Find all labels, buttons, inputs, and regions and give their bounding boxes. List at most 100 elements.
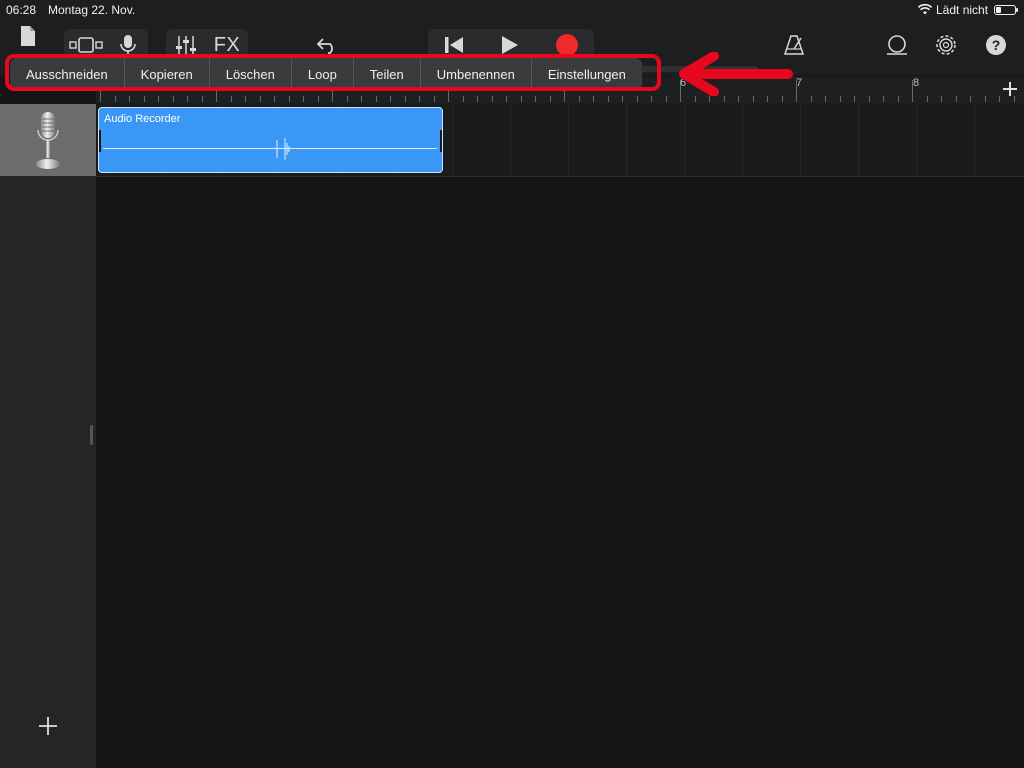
- ruler-tick: [506, 96, 507, 102]
- ruler-tick: [636, 96, 638, 102]
- status-time: 06:28: [6, 3, 37, 17]
- menu-item-loop[interactable]: Loop: [292, 58, 354, 91]
- grid-line: [916, 104, 917, 176]
- ruler-tick: [738, 96, 739, 102]
- ruler-tick: [854, 96, 855, 102]
- ruler-tick: [549, 96, 551, 102]
- menu-item-copy[interactable]: Kopieren: [125, 58, 210, 91]
- menu-item-delete[interactable]: Löschen: [210, 58, 292, 91]
- view-group: [64, 29, 148, 61]
- grid-line: [510, 104, 511, 176]
- ruler-tick: [970, 96, 971, 102]
- ruler-tick: [810, 96, 812, 102]
- ruler-tick: [317, 96, 319, 102]
- track-headers-sidebar: [0, 104, 96, 768]
- svg-text:?: ?: [992, 37, 1001, 53]
- annotation-arrow-icon: [679, 52, 793, 96]
- ruler-tick: [346, 96, 348, 102]
- region-context-menu: Ausschneiden Kopieren Löschen Loop Teile…: [10, 58, 642, 91]
- add-section-plus-icon[interactable]: [1000, 79, 1020, 99]
- fx-label: FX: [213, 33, 241, 56]
- transport-controls: [428, 29, 594, 61]
- loop-browser-icon[interactable]: [882, 29, 912, 61]
- ruler-tick: [172, 96, 174, 102]
- ruler-tick: [361, 96, 362, 102]
- ruler-tick: [520, 96, 522, 102]
- microphone-icon[interactable]: [110, 29, 146, 61]
- ruler-tick: [288, 96, 290, 102]
- ruler-tick: [883, 96, 884, 102]
- mixer-icon[interactable]: [170, 29, 202, 61]
- add-track-plus-icon[interactable]: [36, 714, 60, 738]
- ruler-tick: [114, 96, 116, 102]
- ruler-tick: [477, 96, 478, 102]
- ruler-tick: [723, 96, 725, 102]
- ruler-tick: [984, 96, 986, 102]
- ruler-tick: [303, 96, 304, 102]
- ruler-tick: [201, 96, 203, 102]
- ruler-tick: [245, 96, 246, 102]
- ruler-tick: [375, 96, 377, 102]
- mixer-fx-group: FX: [166, 29, 248, 61]
- settings-gear-icon[interactable]: [932, 29, 960, 61]
- ruler-tick: [767, 96, 768, 102]
- grid-line: [742, 104, 743, 176]
- bar-number-8: 8: [913, 77, 920, 89]
- menu-item-rename[interactable]: Umbenennen: [421, 58, 532, 91]
- ruler-tick: [274, 96, 275, 102]
- battery-icon: [994, 5, 1018, 15]
- grid-line: [568, 104, 569, 176]
- region-right-trim-handle[interactable]: [440, 130, 442, 152]
- track-header-audio-recorder[interactable]: [0, 104, 96, 176]
- ruler-tick: [462, 96, 464, 102]
- track-view-icon[interactable]: [66, 29, 106, 61]
- ruler-tick: [230, 96, 232, 102]
- record-icon[interactable]: [542, 29, 592, 61]
- grid-line: [974, 104, 975, 176]
- ruler-tick: [491, 96, 493, 102]
- waveform-peaks: [276, 138, 290, 160]
- ruler-tick: [129, 96, 130, 102]
- ruler-tick: [694, 96, 696, 102]
- ruler-tick: [593, 96, 594, 102]
- ruler-tick: [259, 96, 261, 102]
- ruler-tick: [752, 96, 754, 102]
- ruler-tick: [839, 96, 841, 102]
- ruler-tick: [390, 96, 391, 102]
- status-bar: 06:28 Montag 22. Nov. Lädt nicht: [0, 0, 1024, 20]
- ruler-tick: [404, 96, 406, 102]
- go-to-start-icon[interactable]: [430, 29, 478, 61]
- ruler-tick: [926, 96, 928, 102]
- menu-item-split[interactable]: Teilen: [354, 58, 421, 91]
- charging-status: Lädt nicht: [936, 3, 989, 17]
- ruler-tick: [578, 96, 580, 102]
- menu-item-settings[interactable]: Einstellungen: [532, 58, 642, 91]
- document-icon[interactable]: [14, 20, 42, 52]
- ruler-tick: [941, 96, 942, 102]
- fx-button[interactable]: FX: [208, 29, 246, 61]
- ruler-tick: [622, 96, 623, 102]
- status-date: Montag 22. Nov.: [48, 3, 136, 17]
- ruler-tick: [419, 96, 420, 102]
- play-icon[interactable]: [486, 29, 534, 61]
- undo-icon[interactable]: [312, 29, 342, 61]
- ruler-tick: [781, 96, 783, 102]
- region-left-trim-handle[interactable]: [99, 130, 101, 152]
- sidebar-resize-handle[interactable]: [90, 425, 93, 445]
- grid-line: [800, 104, 801, 176]
- ruler-tick: [187, 96, 188, 102]
- ruler-tick: [897, 96, 899, 102]
- ruler-tick: [607, 96, 609, 102]
- grid-line: [452, 104, 453, 176]
- grid-line: [626, 104, 627, 176]
- ruler-tick: [433, 96, 435, 102]
- audio-region[interactable]: Audio Recorder: [98, 107, 443, 173]
- help-icon[interactable]: ?: [982, 29, 1010, 61]
- ruler-tick: [955, 96, 957, 102]
- region-name: Audio Recorder: [104, 113, 181, 125]
- ruler-tick: [535, 96, 536, 102]
- ruler-tick: [665, 96, 667, 102]
- ruler-tick: [868, 96, 870, 102]
- menu-item-cut[interactable]: Ausschneiden: [10, 58, 125, 91]
- ruler-tick: [158, 96, 159, 102]
